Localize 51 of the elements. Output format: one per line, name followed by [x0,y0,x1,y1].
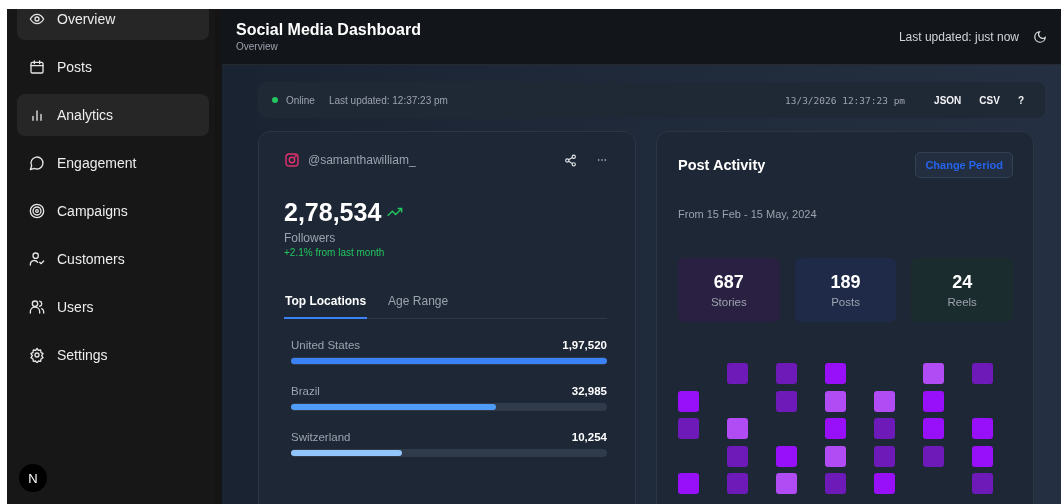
change-text: +2.1% from last month [284,247,386,258]
datetime-text: 13/3/2026 12:37:23 pm [785,94,906,106]
profile-handle: @samanthawilliam_ [308,153,417,167]
tab[interactable]: Age Range [387,294,450,319]
sidebar-item[interactable]: Overview [17,9,209,40]
users-icon [29,299,45,315]
sidebar-item[interactable]: Analytics [17,94,209,136]
page-title: Social Media Dashboard [236,21,421,39]
export-button[interactable]: CSV [974,92,1005,108]
bar-chart-icon [29,107,45,123]
location-value: 32,985 [571,385,607,397]
sidebar-item[interactable]: Posts [17,46,209,88]
instagram-icon [284,152,300,168]
location-value: 10,254 [571,431,607,443]
location-name: Brazil [291,385,320,397]
page-subtitle: Overview [236,41,279,52]
sidebar-item[interactable]: Customers [17,238,209,280]
share-icon[interactable] [564,153,577,167]
sidebar-item[interactable]: Users [17,286,209,328]
period-text: From 15 Feb - 15 May, 2024 [678,208,818,220]
trend-up-icon [387,207,404,218]
user-check-icon [29,251,45,267]
stat-value: 189 [830,272,861,293]
last-updated-text: Last updated: just now [898,29,1019,44]
export-button[interactable]: ? [1012,92,1029,108]
stat-label: Stories [710,296,747,308]
followers-label: Followers [284,231,337,245]
stat-value: 687 [713,272,744,293]
followers-count: 2,78,534 [284,198,382,227]
eye-icon [29,11,45,27]
location-value: 1,97,520 [562,339,607,351]
sidebar-item[interactable]: Campaigns [17,190,209,232]
chat-bubble-icon [29,155,45,171]
sidebar-item[interactable]: Settings [17,334,209,376]
target-icon [29,203,45,219]
stat-label: Reels [947,296,977,308]
last-updated-text: Last updated: 12:37:23 pm [328,94,448,106]
tab[interactable]: Top Locations [284,294,368,319]
sidebar-item[interactable]: Engagement [17,142,209,184]
avatar[interactable]: N [19,464,47,492]
more-icon[interactable] [597,158,607,162]
location-name: United States [291,339,361,351]
calendar-icon [29,59,45,75]
status-text: Online [286,94,315,106]
card-title: Post Activity [678,157,766,173]
moon-icon[interactable] [1033,29,1047,44]
settings-icon [29,347,45,363]
location-name: Switzerland [291,431,351,443]
export-button[interactable]: JSON [929,92,967,108]
stat-label: Posts [831,296,860,308]
stat-value: 24 [952,272,973,293]
